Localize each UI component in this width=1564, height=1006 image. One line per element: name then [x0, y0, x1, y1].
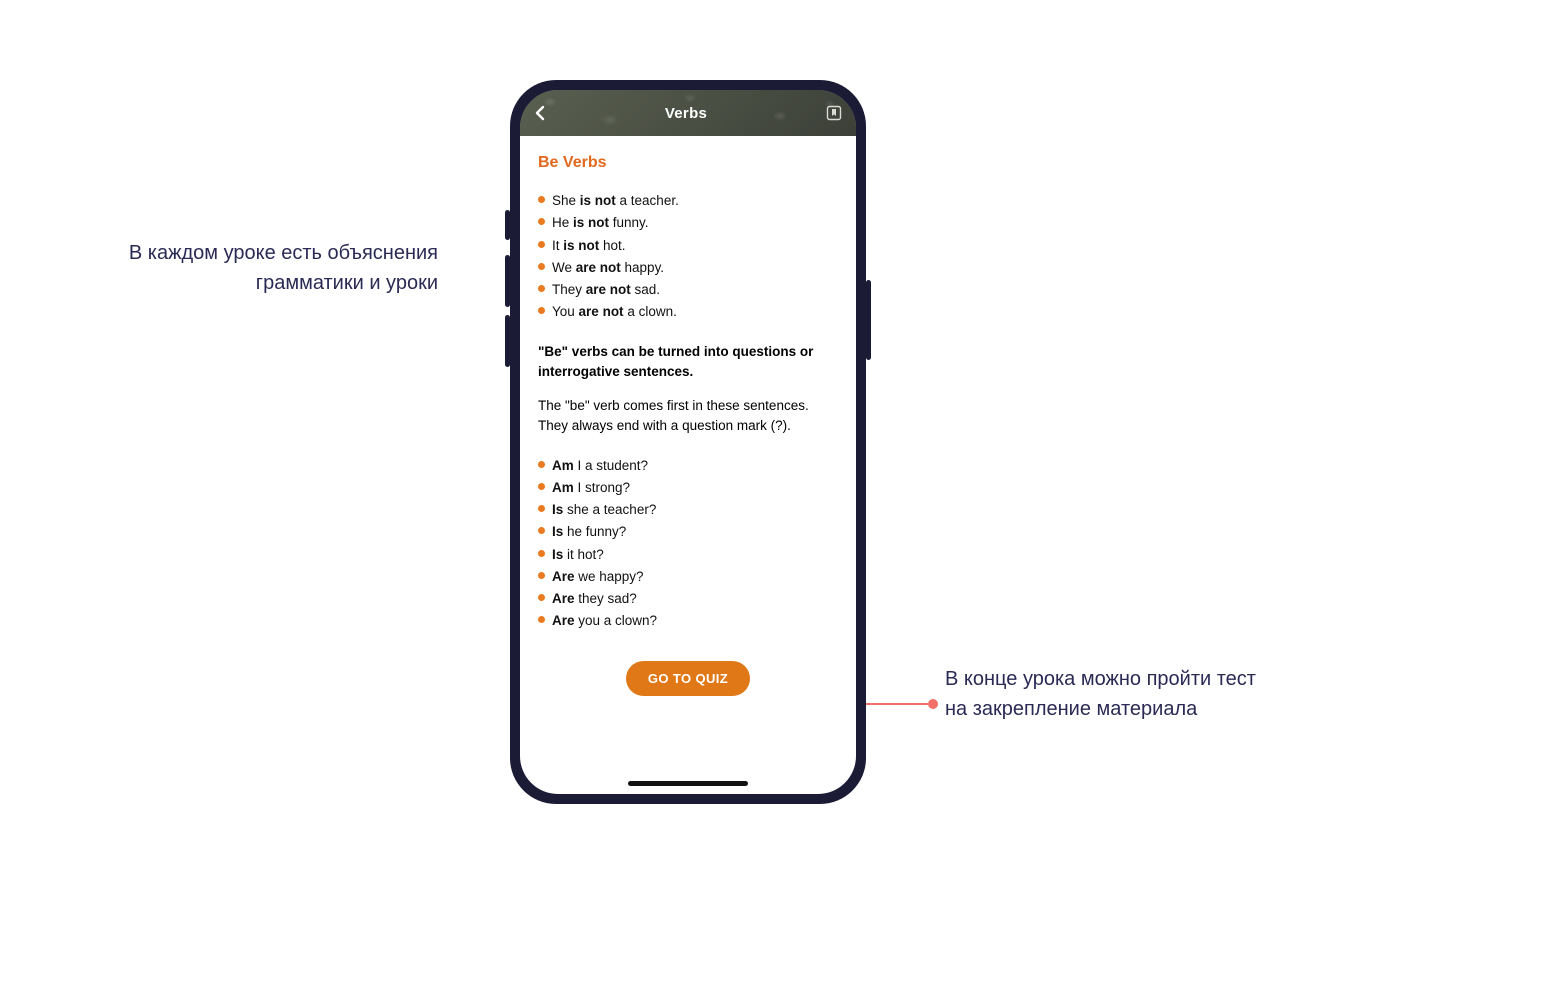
list-item: Are we happy?	[552, 566, 838, 588]
phone-frame: Verbs Be Verbs She is not a teacher. He …	[510, 80, 866, 804]
list-item: He is not funny.	[552, 212, 838, 234]
list-item: She is not a teacher.	[552, 190, 838, 212]
negative-examples-list: She is not a teacher. He is not funny. I…	[538, 190, 838, 324]
home-indicator[interactable]	[628, 781, 748, 786]
lesson-content: Be Verbs She is not a teacher. He is not…	[520, 136, 856, 794]
phone-volume-down	[505, 315, 510, 367]
list-item: Is she a teacher?	[552, 499, 838, 521]
question-examples-list: Am I a student? Am I strong? Is she a te…	[538, 455, 838, 633]
phone-mute-switch	[505, 210, 510, 240]
list-item: You are not a clown.	[552, 301, 838, 323]
phone-screen: Verbs Be Verbs She is not a teacher. He …	[520, 90, 856, 794]
list-item: Am I a student?	[552, 455, 838, 477]
list-item: Are they sad?	[552, 588, 838, 610]
quiz-button-row: GO TO QUIZ	[538, 661, 838, 696]
app-header: Verbs	[520, 90, 856, 136]
phone-power-button	[866, 280, 871, 360]
annotation-left: В каждом уроке есть объяснения грамматик…	[78, 238, 438, 298]
bookmark-button[interactable]	[826, 105, 842, 121]
annotation-right: В конце урока можно пройти тест на закре…	[945, 664, 1265, 724]
back-button[interactable]	[534, 105, 546, 121]
list-item: It is not hot.	[552, 235, 838, 257]
bookmark-icon	[826, 105, 842, 121]
list-item: Are you a clown?	[552, 610, 838, 632]
go-to-quiz-button[interactable]: GO TO QUIZ	[626, 661, 750, 696]
section-title: Be Verbs	[538, 154, 838, 172]
list-item: Is it hot?	[552, 544, 838, 566]
chevron-left-icon	[534, 105, 546, 121]
phone-volume-up	[505, 255, 510, 307]
list-item: We are not happy.	[552, 257, 838, 279]
explanation-text: The "be" verb comes first in these sente…	[538, 396, 838, 437]
list-item: They are not sad.	[552, 279, 838, 301]
list-item: Am I strong?	[552, 477, 838, 499]
header-title: Verbs	[665, 105, 707, 122]
list-item: Is he funny?	[552, 521, 838, 543]
subsection-heading: "Be" verbs can be turned into questions …	[538, 342, 838, 383]
